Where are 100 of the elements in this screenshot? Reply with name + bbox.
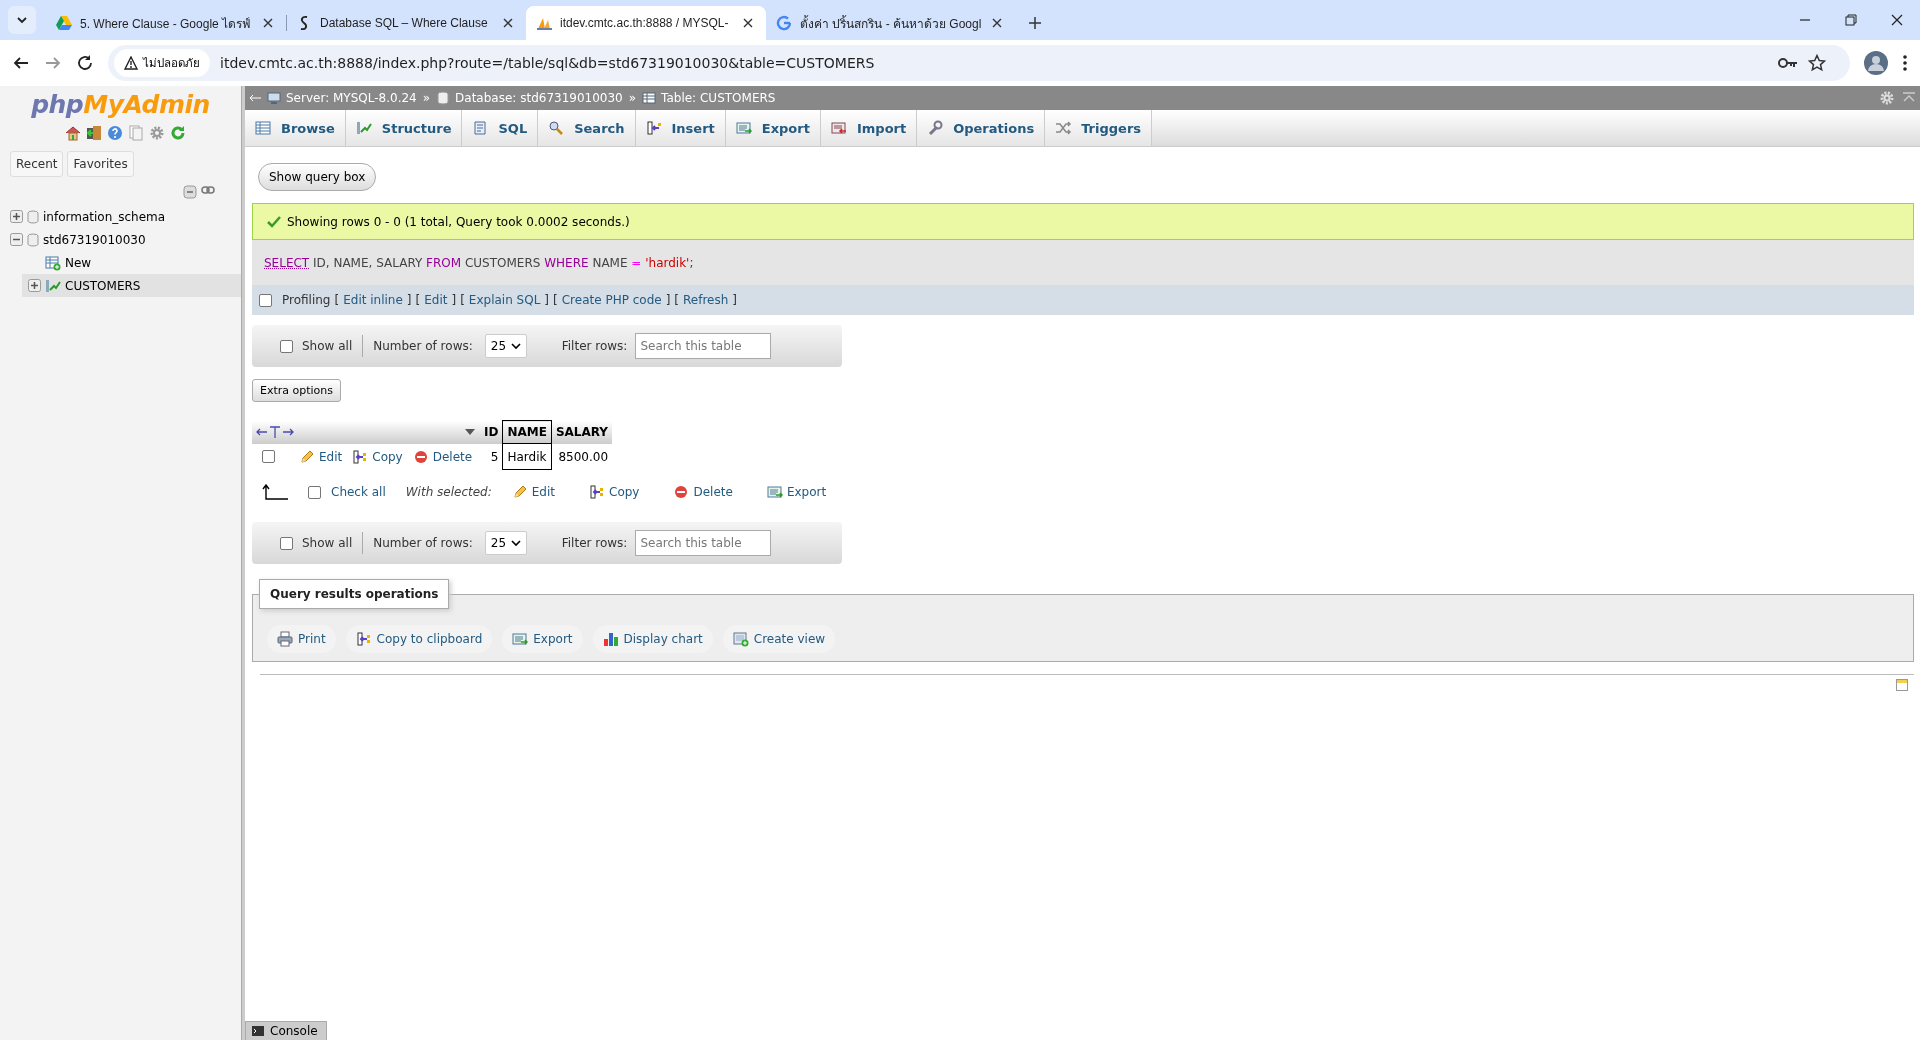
column-header[interactable]: ID xyxy=(480,420,503,444)
column-header[interactable]: NAME xyxy=(502,420,552,444)
export-icon xyxy=(512,631,529,647)
link[interactable]: Edit inline xyxy=(343,293,403,307)
filter-field[interactable]: Search this table xyxy=(635,530,772,556)
check-all-link[interactable]: Check all xyxy=(331,485,386,499)
browser-tab[interactable]: 5. Where Clause - Google ไดรฟ์ xyxy=(46,6,286,40)
rows-select[interactable]: 25 xyxy=(484,531,527,555)
edit-link[interactable]: Edit xyxy=(299,448,343,465)
bracket: ] xyxy=(732,293,738,307)
view-link[interactable]: Create view xyxy=(722,625,836,653)
restore-icon[interactable] xyxy=(1844,13,1858,27)
link-icon[interactable] xyxy=(201,185,215,195)
link[interactable]: Explain SQL xyxy=(468,293,541,307)
close-icon[interactable] xyxy=(1890,13,1904,27)
menu-tab[interactable]: Export xyxy=(725,110,821,146)
collapse-all-icon[interactable] xyxy=(183,185,197,199)
checkbox[interactable] xyxy=(259,293,272,307)
rows-label: Number of rows: xyxy=(373,536,473,550)
menu-tab[interactable]: Browse xyxy=(245,110,346,146)
tab-list-button[interactable] xyxy=(8,6,36,34)
expand-icon[interactable] xyxy=(10,210,23,223)
menu-tab[interactable]: Triggers xyxy=(1045,110,1153,146)
menu-tab[interactable]: Import xyxy=(820,110,918,146)
home-icon[interactable] xyxy=(65,125,81,141)
menu-tab[interactable]: Insert xyxy=(635,110,726,146)
delete-link[interactable]: Delete xyxy=(412,448,473,465)
menu-tab[interactable]: SQL xyxy=(462,110,539,146)
door-exit-icon[interactable] xyxy=(86,125,102,141)
copy-icon xyxy=(589,484,606,500)
column-header[interactable]: SALARY xyxy=(551,420,613,444)
new-tab-icon[interactable] xyxy=(1027,15,1044,31)
collapse-icon[interactable] xyxy=(10,233,23,246)
sidebar-tab[interactable]: Recent xyxy=(10,151,64,177)
checkbox[interactable] xyxy=(308,485,321,499)
show-query-button[interactable]: Show query box xyxy=(258,163,377,191)
copy-link[interactable]: Copy xyxy=(352,448,403,465)
show-all-label[interactable]: Show all xyxy=(302,536,353,550)
browser-tab[interactable]: ตั้งค่า ปริ้นสกริน - ค้นหาด้วย Googl xyxy=(766,6,1016,40)
chart-link[interactable]: Display chart xyxy=(592,625,713,653)
profiling-label[interactable]: Profiling xyxy=(282,293,331,307)
database-icon xyxy=(27,209,39,224)
browser-tab[interactable]: Database SQL – Where Clause xyxy=(286,6,526,40)
browser-tab[interactable]: itdev.cmtc.ac.th:8888 / MYSQL- xyxy=(526,6,766,40)
tree-item[interactable]: CUSTOMERS xyxy=(22,274,241,297)
sidebar-tab[interactable]: Favorites xyxy=(67,151,134,177)
link[interactable]: Refresh xyxy=(683,293,729,307)
menu-tab[interactable]: Structure xyxy=(345,110,463,146)
menu-tab[interactable]: Search xyxy=(538,110,636,146)
table-icon xyxy=(642,91,657,105)
shuffle-icon xyxy=(1055,120,1072,136)
delete-icon xyxy=(673,484,690,500)
avatar-icon[interactable] xyxy=(1864,51,1888,75)
security-chip[interactable]: ไม่ปลอดภัย xyxy=(114,49,210,77)
breadcrumb-link[interactable]: Server: MYSQL-8.0.24 xyxy=(267,91,417,105)
table-cell: 5 xyxy=(480,443,503,470)
extra-options-button[interactable]: Extra options xyxy=(252,379,342,402)
reload-icon[interactable] xyxy=(76,54,94,72)
tree-item[interactable]: std67319010030 xyxy=(0,228,241,251)
copy-link[interactable]: Copy to clipboard xyxy=(345,625,493,653)
pencil-icon xyxy=(299,448,315,465)
edit-link[interactable]: Edit xyxy=(511,484,556,500)
star-icon[interactable] xyxy=(1808,54,1826,72)
more-menu-icon[interactable] xyxy=(1902,54,1908,72)
help-icon[interactable] xyxy=(107,125,123,141)
export-link[interactable]: Export xyxy=(502,625,583,653)
address-field[interactable]: itdev.cmtc.ac.th:8888/index.php?route=/table/sql&db=std67319010030&table=CUSTOMERS xyxy=(220,55,1768,71)
arrow-up-corner-icon xyxy=(262,484,288,500)
show-all-label[interactable]: Show all xyxy=(302,339,353,353)
bracket: [ xyxy=(460,293,465,307)
export-link[interactable]: Export xyxy=(766,484,827,500)
filter-field[interactable]: Search this table xyxy=(635,333,772,359)
checkbox[interactable] xyxy=(280,339,293,353)
warning-icon xyxy=(124,56,138,70)
chevron-down-icon xyxy=(510,341,521,351)
table-grid-icon xyxy=(255,120,271,136)
breadcrumb-link[interactable]: Database: std67319010030 xyxy=(436,91,623,105)
link[interactable]: Create PHP code xyxy=(561,293,662,307)
menu-tab[interactable]: Operations xyxy=(917,110,1046,146)
rows-label: Number of rows: xyxy=(373,339,473,353)
checkbox[interactable] xyxy=(280,536,293,550)
column-arrows-icon[interactable] xyxy=(256,426,294,438)
print-link[interactable]: Print xyxy=(267,625,336,653)
delete-link[interactable]: Delete xyxy=(673,484,733,500)
tree-item[interactable]: New xyxy=(22,251,241,274)
back-arrow-icon[interactable] xyxy=(249,93,261,103)
console-tab[interactable]: Console xyxy=(245,1021,327,1040)
tree-item[interactable]: information_schema xyxy=(0,205,241,228)
checkbox[interactable] xyxy=(262,450,275,463)
copy-link[interactable]: Copy xyxy=(589,484,640,500)
sort-caret-icon[interactable] xyxy=(464,428,476,436)
link[interactable]: Edit xyxy=(424,293,448,307)
bracket: ] xyxy=(665,293,671,307)
breadcrumb-link[interactable]: Table: CUSTOMERS xyxy=(642,91,776,105)
settings-icon[interactable] xyxy=(149,125,165,141)
create-view-icon xyxy=(732,631,749,647)
note-icon[interactable] xyxy=(1896,679,1908,691)
key-icon[interactable] xyxy=(1778,56,1798,70)
rows-select[interactable]: 25 xyxy=(484,334,527,358)
expand-icon[interactable] xyxy=(28,279,41,292)
